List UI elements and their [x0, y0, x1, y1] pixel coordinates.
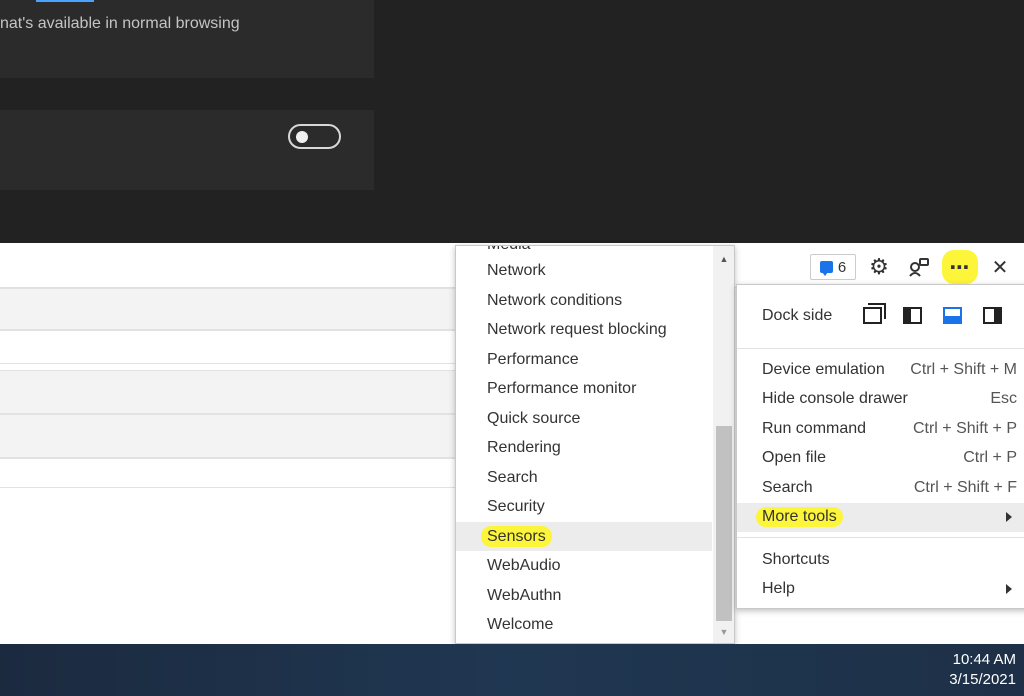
issues-counter-button[interactable]: 6: [810, 254, 856, 280]
menu-item-search[interactable]: Search Ctrl + Shift + F: [737, 474, 1024, 503]
dock-bottom-icon[interactable]: [943, 307, 962, 324]
dock-right-icon[interactable]: [983, 307, 1002, 324]
toggle-knob: [296, 131, 308, 143]
submenu-item-search[interactable]: Search: [456, 463, 712, 492]
dock-side-label: Dock side: [762, 307, 833, 324]
submenu-item-welcome[interactable]: Welcome: [456, 610, 712, 639]
submenu-item-security[interactable]: Security: [456, 492, 712, 521]
menu-item-shortcuts[interactable]: Shortcuts: [737, 546, 1024, 575]
menu-item-run-command[interactable]: Run command Ctrl + Shift + P: [737, 415, 1024, 444]
undock-icon[interactable]: [863, 303, 886, 324]
submenu-item-network-conditions[interactable]: Network conditions: [456, 286, 712, 315]
submenu-scrollbar[interactable]: ▲ ▼: [713, 246, 734, 643]
dock-left-icon[interactable]: [903, 307, 922, 324]
highlighted-label: Sensors: [481, 526, 552, 547]
submenu-arrow-icon: [1006, 512, 1012, 522]
menu-item-help[interactable]: Help: [737, 575, 1024, 604]
scroll-up-arrow-icon[interactable]: ▲: [713, 248, 734, 270]
more-tools-submenu: Media Network Network conditions Network…: [455, 245, 735, 644]
submenu-item-rendering[interactable]: Rendering: [456, 433, 712, 462]
submenu-item-webauthn[interactable]: WebAuthn: [456, 581, 712, 610]
setting-toggle[interactable]: [288, 124, 341, 149]
system-clock[interactable]: 10:44 AM 3/15/2021: [949, 650, 1016, 690]
message-icon: [819, 261, 833, 276]
more-options-icon[interactable]: ⋯: [942, 250, 978, 284]
dock-side-row: Dock side: [737, 285, 1024, 349]
card-description: nat's available in normal browsing: [0, 15, 240, 32]
submenu-item-webaudio[interactable]: WebAudio: [456, 551, 712, 580]
submenu-item-sensors[interactable]: Sensors: [456, 522, 712, 551]
settings-card-toggle: [0, 110, 374, 190]
devtools-row: [0, 330, 460, 364]
submenu-item-quick-source[interactable]: Quick source: [456, 404, 712, 433]
submenu-item-media[interactable]: Media: [487, 246, 531, 254]
gear-icon[interactable]: ⚙: [865, 253, 893, 281]
scroll-down-arrow-icon[interactable]: ▼: [713, 621, 734, 643]
menu-item-more-tools[interactable]: More tools: [737, 503, 1024, 532]
learn-more-link[interactable]: [36, 0, 94, 2]
submenu-item-network[interactable]: Network: [456, 256, 712, 285]
submenu-item-performance[interactable]: Performance: [456, 345, 712, 374]
submenu-arrow-icon: [1006, 584, 1012, 594]
clock-time: 10:44 AM: [952, 651, 1016, 668]
customize-devtools-menu: Dock side Device emulation Ctrl + Shift …: [736, 284, 1024, 609]
devtools-row: [0, 458, 460, 488]
clock-date: 3/15/2021: [949, 671, 1016, 688]
devtools-row: [0, 414, 460, 458]
submenu-item-performance-monitor[interactable]: Performance monitor: [456, 374, 712, 403]
devtools-row: [0, 288, 460, 330]
browser-page: nat's available in normal browsing: [0, 0, 1024, 243]
windows-taskbar: 10:44 AM 3/15/2021: [0, 644, 1024, 696]
highlighted-label: More tools: [756, 507, 843, 527]
menu-item-open-file[interactable]: Open file Ctrl + P: [737, 444, 1024, 473]
settings-card-private: nat's available in normal browsing: [0, 0, 374, 78]
devtools-row: [0, 370, 460, 414]
scroll-thumb[interactable]: [716, 426, 732, 621]
close-icon[interactable]: ✕: [986, 253, 1014, 281]
issues-count: 6: [837, 258, 847, 276]
menu-item-device-emulation[interactable]: Device emulation Ctrl + Shift + M: [737, 356, 1024, 385]
submenu-item-network-request-blocking[interactable]: Network request blocking: [456, 315, 712, 344]
remote-devices-icon[interactable]: [905, 253, 933, 281]
menu-divider: [737, 537, 1024, 538]
menu-item-hide-console-drawer[interactable]: Hide console drawer Esc: [737, 385, 1024, 414]
